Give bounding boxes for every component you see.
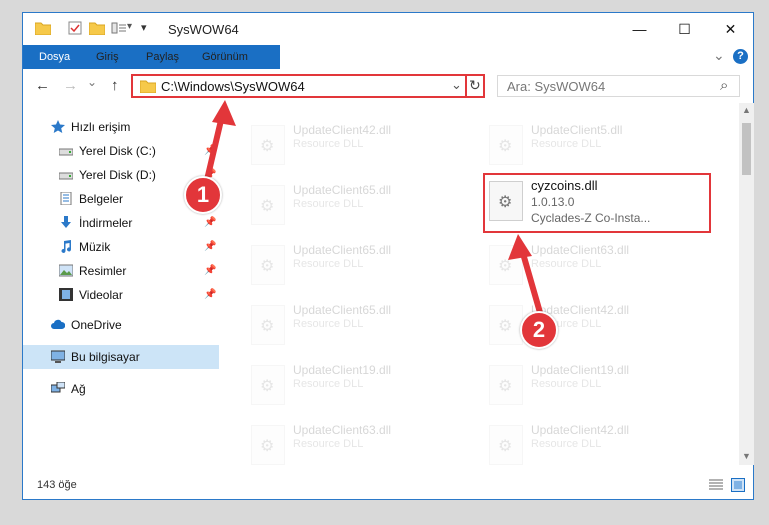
annotation-arrows: [203, 100, 544, 319]
arrow-1-head: [212, 100, 236, 126]
arrow-2-shaft: [519, 247, 544, 319]
step-badge-2: 2: [520, 311, 558, 349]
arrow-1-shaft: [203, 113, 225, 187]
step-badge-1: 1: [184, 176, 222, 214]
arrow-2-head: [508, 234, 532, 260]
